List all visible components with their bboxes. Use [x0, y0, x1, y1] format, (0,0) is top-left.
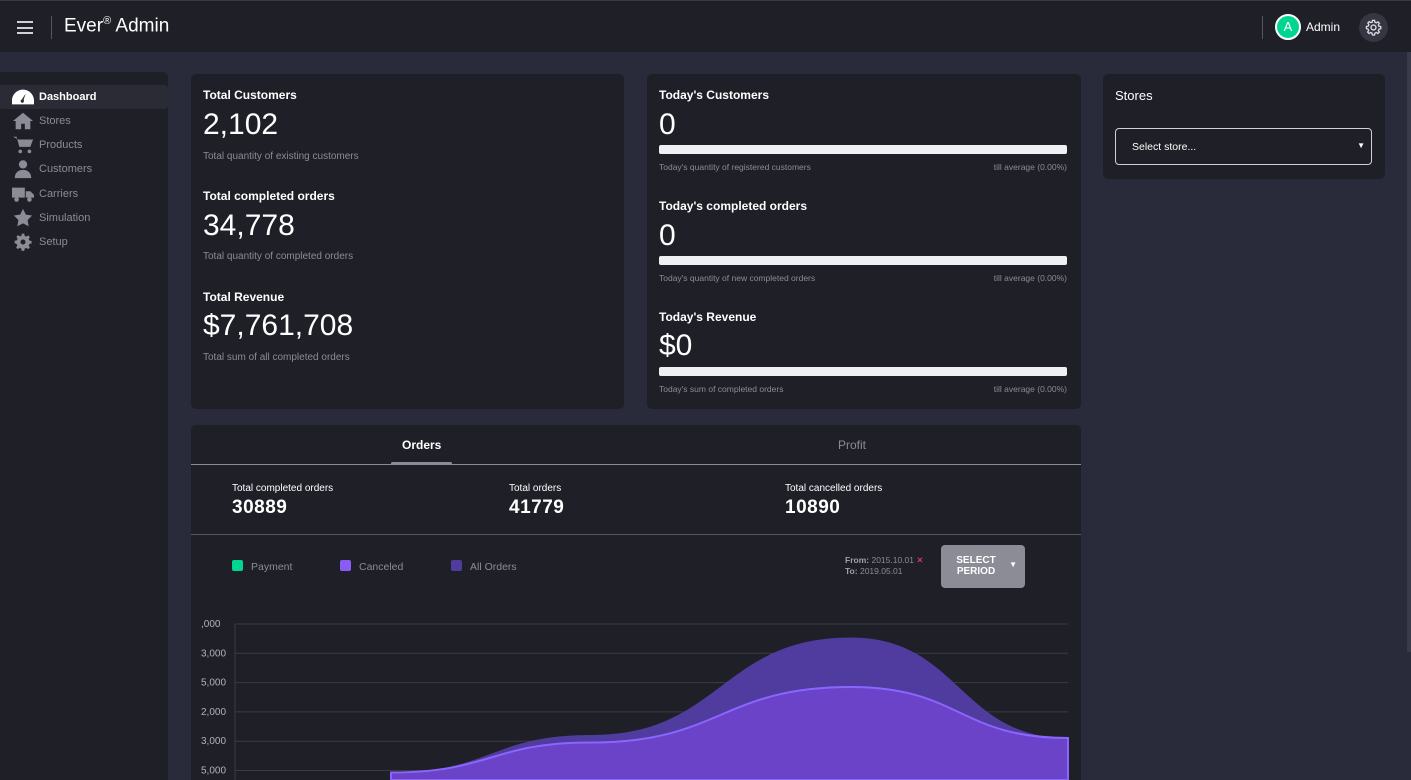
total-customers-desc: Total quantity of existing customers — [203, 151, 359, 162]
select-period-button[interactable]: SELECT PERIOD ▼ — [941, 545, 1025, 588]
header-divider — [51, 16, 52, 39]
period-range: From: 2015.10.01 ✕ To: 2019.05.01 — [845, 555, 924, 576]
legend-canceled[interactable]: Canceled — [359, 561, 403, 573]
top-header: Ever® Admin A Admin — [0, 0, 1411, 52]
today-customers-title: Today's Customers — [659, 88, 769, 102]
active-tab-indicator — [391, 462, 452, 465]
y-tick-label: 5,000 — [201, 766, 226, 777]
today-orders-avg: till average (0.00%) — [993, 273, 1067, 283]
today-customers-desc: Today's quantity of registered customers — [659, 162, 811, 172]
tab-profit[interactable]: Profit — [838, 438, 866, 452]
today-orders-value: 0 — [659, 219, 676, 252]
orders-chart-panel: Orders Profit Total completed orders 308… — [191, 425, 1081, 780]
section-divider — [191, 534, 1081, 535]
today-revenue-value: $0 — [659, 329, 693, 362]
total-orders-desc: Total quantity of completed orders — [203, 251, 354, 262]
total-revenue-title: Total Revenue — [203, 290, 285, 304]
today-orders-desc: Today's quantity of new completed orders — [659, 273, 816, 283]
user-name[interactable]: Admin — [1306, 20, 1340, 34]
today-customers-avg: till average (0.00%) — [993, 162, 1067, 172]
sidebar-item-label: Customers — [39, 163, 93, 175]
sidebar-item-label: Products — [39, 139, 83, 151]
chevron-down-icon: ▼ — [1009, 560, 1017, 569]
sidebar-item-label: Setup — [39, 236, 68, 248]
header-divider-right — [1262, 16, 1263, 39]
stat-completed-label: Total completed orders — [232, 483, 334, 494]
gear-icon — [14, 233, 32, 251]
stores-title: Stores — [1115, 88, 1153, 103]
today-customers-value: 0 — [659, 108, 676, 141]
tab-orders[interactable]: Orders — [402, 438, 441, 452]
orders-area-chart: ,000 3,000 5,000 2,000 3,000 5,000 — [201, 619, 1069, 780]
stat-cancelled-value: 10890 — [785, 497, 841, 518]
chart-tabs: Orders Profit — [191, 425, 1081, 465]
stat-cancelled-label: Total cancelled orders — [785, 483, 883, 494]
clear-period-icon[interactable]: ✕ — [916, 555, 923, 565]
total-customers-value: 2,102 — [203, 108, 279, 141]
legend-canceled-swatch — [340, 560, 351, 571]
sidebar-item-setup[interactable]: Setup — [0, 230, 168, 254]
today-revenue-title: Today's Revenue — [659, 310, 757, 324]
sidebar-item-products[interactable]: Products — [0, 133, 168, 157]
total-orders-title: Total completed orders — [203, 189, 335, 203]
sidebar-item-simulation[interactable]: Simulation — [0, 206, 168, 230]
brand-title[interactable]: Ever® Admin — [64, 15, 169, 37]
chevron-down-icon: ▼ — [1357, 141, 1365, 150]
stat-total-value: 41779 — [509, 497, 565, 518]
person-icon — [14, 160, 32, 179]
sidebar-item-label: Dashboard — [39, 91, 97, 103]
truck-icon — [12, 187, 34, 202]
sidebar-item-label: Simulation — [39, 212, 91, 224]
y-tick-label: 3,000 — [201, 736, 226, 747]
total-revenue-value: $7,761,708 — [203, 309, 354, 342]
legend-payment[interactable]: Payment — [251, 561, 292, 573]
sidebar-item-carriers[interactable]: Carriers — [0, 182, 168, 206]
y-tick-label: 5,000 — [201, 678, 226, 689]
stat-total-label: Total orders — [509, 483, 562, 494]
legend-all-orders[interactable]: All Orders — [470, 561, 517, 573]
total-revenue-desc: Total sum of all completed orders — [203, 352, 350, 363]
store-select[interactable]: Select store... ▼ — [1115, 128, 1372, 165]
today-revenue-desc: Today's sum of completed orders — [659, 384, 784, 394]
stat-completed-value: 30889 — [232, 497, 288, 518]
total-orders-value: 34,778 — [203, 209, 295, 242]
dashboard-icon — [12, 89, 34, 105]
sidebar: Dashboard Stores Products Customers Carr… — [0, 72, 168, 780]
today-orders-title: Today's completed orders — [659, 199, 808, 213]
gear-icon — [1365, 19, 1382, 36]
sidebar-item-customers[interactable]: Customers — [0, 157, 168, 181]
legend-all-orders-swatch — [451, 560, 462, 571]
scrollbar[interactable] — [1407, 52, 1411, 780]
sidebar-item-dashboard[interactable]: Dashboard — [0, 85, 168, 109]
y-tick-label: 2,000 — [201, 707, 226, 718]
total-customers-title: Total Customers — [203, 88, 297, 102]
home-icon — [12, 112, 34, 130]
today-orders-progress — [659, 256, 1067, 265]
sidebar-item-label: Carriers — [39, 188, 79, 200]
legend-payment-swatch — [232, 560, 243, 571]
sidebar-item-stores[interactable]: Stores — [0, 109, 168, 133]
store-select-value: Select store... — [1132, 141, 1197, 153]
today-card: Today's Customers 0 Today's quantity of … — [647, 74, 1081, 409]
sidebar-item-label: Stores — [39, 115, 71, 127]
stores-card: Stores Select store... ▼ — [1103, 74, 1385, 179]
cart-icon — [12, 136, 34, 154]
totals-card: Total Customers 2,102 Total quantity of … — [191, 74, 624, 409]
today-customers-progress — [659, 145, 1067, 154]
today-revenue-progress — [659, 367, 1067, 376]
today-revenue-avg: till average (0.00%) — [993, 384, 1067, 394]
scrollbar-thumb[interactable] — [1407, 52, 1411, 652]
avatar[interactable]: A — [1275, 14, 1301, 40]
star-icon — [13, 208, 33, 227]
y-tick-label: 3,000 — [201, 648, 226, 659]
y-tick-label: ,000 — [201, 619, 221, 630]
settings-button[interactable] — [1359, 13, 1388, 42]
menu-toggle-icon[interactable] — [17, 21, 33, 34]
